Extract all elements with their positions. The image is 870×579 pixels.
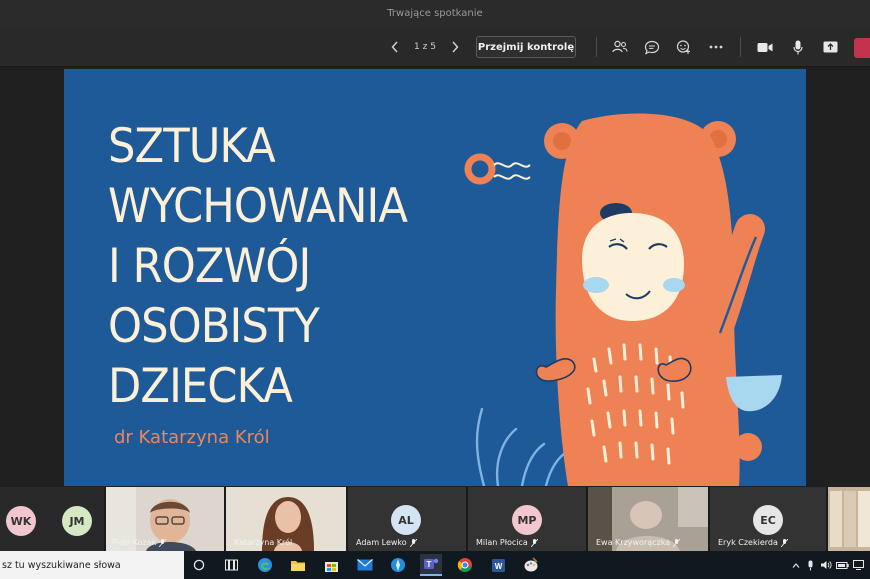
reactions-icon[interactable]: [672, 35, 696, 59]
avatar: MP: [512, 505, 542, 535]
volume-icon[interactable]: [818, 560, 834, 570]
toolbar-divider: [596, 37, 597, 57]
slide-title-line: I ROZWÓJ: [108, 239, 311, 294]
mail-icon[interactable]: [354, 554, 376, 576]
chrome-icon[interactable]: [454, 554, 476, 576]
shared-screen-stage: SZTUKA WYCHOWANIA I ROZWÓJ OSOBISTY DZIE…: [0, 68, 870, 487]
battery-icon[interactable]: [834, 561, 850, 569]
participant-tile[interactable]: WK JM: [0, 487, 104, 551]
chat-icon[interactable]: [640, 35, 664, 59]
slide-title-line: DZIECKA: [108, 359, 293, 414]
more-icon[interactable]: [704, 35, 728, 59]
file-explorer-icon[interactable]: [287, 554, 309, 576]
browser-icon[interactable]: [387, 554, 409, 576]
slide-title-line: WYCHOWANIA: [108, 179, 408, 234]
slide-title: SZTUKA WYCHOWANIA I ROZWÓJ OSOBISTY DZIE…: [108, 117, 408, 417]
participant-video-tile[interactable]: Piotr Kozak: [106, 487, 224, 551]
participant-strip: WK JM Piotr Kozak Katarzyna Król AL Adam…: [0, 487, 870, 551]
avatar: AL: [391, 505, 421, 535]
take-control-button[interactable]: Przejmij kontrolę: [476, 36, 576, 58]
edge-icon[interactable]: [254, 554, 276, 576]
participant-name: Milan Płocica: [476, 538, 538, 547]
participant-tile[interactable]: MP Milan Płocica: [468, 487, 586, 551]
meeting-toolbar: 1 z 5 Przejmij kontrolę: [0, 27, 870, 67]
participants-icon[interactable]: [608, 35, 632, 59]
share-icon[interactable]: [818, 35, 842, 59]
notifications-icon[interactable]: [850, 560, 866, 570]
participant-video-tile[interactable]: [828, 487, 870, 551]
microphone-icon[interactable]: [786, 35, 810, 59]
participant-name: Ewa Krzyworączka: [596, 538, 681, 547]
microphone-tray-icon[interactable]: [802, 560, 818, 571]
slide-title-line: OSOBISTY: [108, 299, 320, 354]
participant-tile[interactable]: AL Adam Lewko: [348, 487, 466, 551]
word-icon[interactable]: W: [487, 554, 509, 576]
participant-name: Adam Lewko: [356, 538, 417, 547]
paint-icon[interactable]: [520, 554, 542, 576]
participant-tile[interactable]: EC Eryk Czekierda: [710, 487, 826, 551]
mic-off-icon: [409, 538, 417, 547]
slide-author: dr Katarzyna Król: [114, 427, 270, 448]
chevron-left-icon[interactable]: [386, 27, 404, 67]
video-feed: [828, 487, 870, 551]
svg-text:T: T: [427, 560, 432, 569]
toolbar-divider: [740, 37, 741, 57]
system-tray: [790, 551, 866, 579]
store-icon[interactable]: [320, 554, 342, 576]
slide-title-line: SZTUKA: [108, 119, 276, 174]
mic-off-icon: [780, 538, 788, 547]
avatar: EC: [753, 505, 783, 535]
chevron-right-icon[interactable]: [446, 27, 464, 67]
avatar: JM: [62, 506, 92, 536]
leave-icon[interactable]: [854, 38, 870, 58]
window-title: Trwające spotkanie: [387, 8, 483, 19]
mic-off-icon: [530, 538, 538, 547]
taskbar-search-input[interactable]: sz tu wyszukiwane słowa: [0, 551, 184, 579]
task-view-icon[interactable]: [220, 554, 242, 576]
bear-illustration: [464, 113, 782, 486]
participant-name: Eryk Czekierda: [718, 538, 788, 547]
svg-text:W: W: [494, 562, 502, 571]
windows-taskbar: sz tu wyszukiwane słowa T W: [0, 551, 870, 579]
cortana-icon[interactable]: [188, 554, 210, 576]
slide-pager-label: 1 z 5: [414, 42, 436, 52]
participant-video-tile[interactable]: Ewa Krzyworączka: [588, 487, 708, 551]
teams-window: Trwające spotkanie 1 z 5 Przejmij kontro…: [0, 0, 870, 579]
presentation-slide: SZTUKA WYCHOWANIA I ROZWÓJ OSOBISTY DZIE…: [64, 69, 806, 486]
mic-off-icon: [673, 538, 681, 547]
camera-icon[interactable]: [753, 35, 777, 59]
participant-name: Katarzyna Król: [234, 538, 293, 547]
chevron-up-icon[interactable]: [790, 562, 802, 568]
window-title-bar: Trwające spotkanie: [0, 0, 870, 27]
mic-off-icon: [159, 538, 167, 547]
teams-icon[interactable]: T: [420, 554, 442, 576]
avatar: WK: [6, 506, 36, 536]
participant-name: Piotr Kozak: [112, 538, 167, 547]
participant-video-tile[interactable]: Katarzyna Król: [226, 487, 346, 551]
